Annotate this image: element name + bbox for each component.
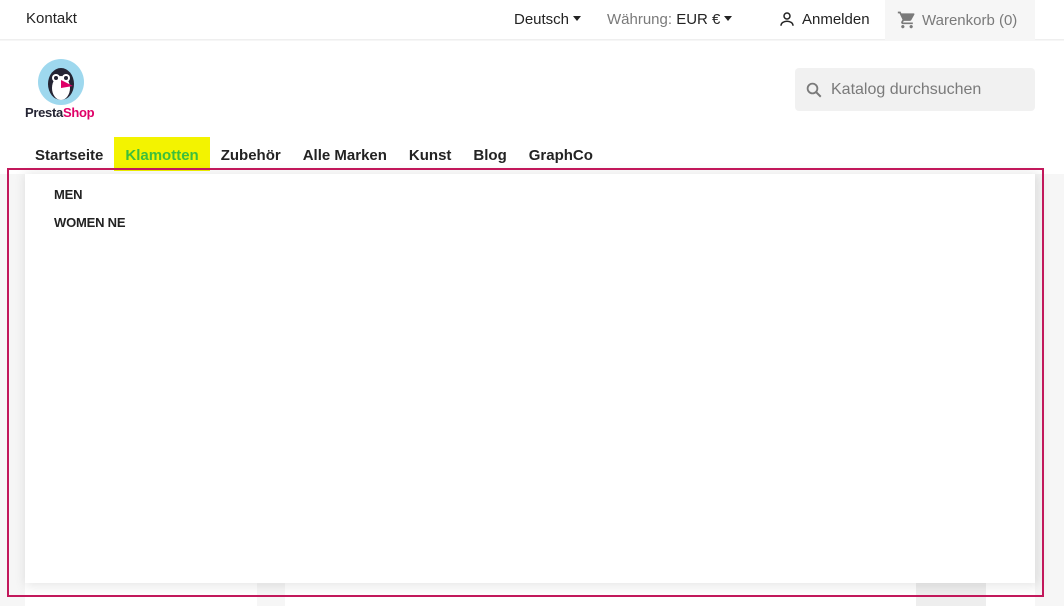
nav-item-klamotten-label: Klamotten — [125, 147, 199, 164]
nav-item-klamotten[interactable]: Klamotten — [114, 137, 210, 171]
language-label: Deutsch — [514, 11, 570, 28]
currency-label: Währung: — [607, 11, 673, 28]
user-icon — [780, 12, 794, 26]
main-nav: Startseite Klamotten Zubehör Alle Marken… — [24, 137, 604, 171]
signin-link[interactable]: Anmelden — [778, 10, 870, 28]
shopping-cart-icon — [897, 11, 915, 29]
nav-item-alle-marken[interactable]: Alle Marken — [292, 137, 398, 171]
background-panel — [25, 583, 257, 606]
nav-item-zubehoer[interactable]: Zubehör — [210, 137, 292, 171]
prestashop-logo[interactable]: PrestaShop — [25, 58, 101, 122]
cart-label: Warenkorb (0) — [922, 11, 1018, 29]
submenu-item-women[interactable]: WOMEN NE — [54, 215, 126, 230]
nav-item-graphco[interactable]: GraphCo — [518, 137, 604, 171]
search-input[interactable] — [831, 80, 1021, 99]
chevron-down-icon — [573, 15, 582, 21]
language-selector[interactable]: Deutsch — [514, 11, 582, 28]
nav-item-blog[interactable]: Blog — [462, 137, 517, 171]
submenu-item-men[interactable]: MEN — [54, 187, 82, 202]
site-header: PrestaShop Startseite Klamotten Zubehör … — [0, 41, 1064, 174]
top-bar: Kontakt Deutsch Währung: EUR € Anmelden … — [0, 0, 1064, 40]
currency-value: EUR € — [676, 11, 721, 28]
logo-wordmark-presta: Presta — [25, 105, 63, 120]
contact-link[interactable]: Kontakt — [26, 10, 77, 27]
product-thumbnail — [916, 583, 986, 606]
puffin-logo-icon — [38, 59, 84, 105]
logo-wordmark-shop: Shop — [62, 105, 95, 120]
logo-wordmark: PrestaShop — [25, 105, 95, 120]
currency-selector[interactable]: Währung: EUR € — [607, 11, 733, 28]
signin-label: Anmelden — [802, 10, 870, 28]
submenu-dropdown: MEN WOMEN NE — [25, 174, 1035, 583]
search-icon[interactable] — [805, 81, 823, 99]
cart-button[interactable]: Warenkorb (0) — [885, 0, 1035, 40]
chevron-down-icon — [724, 15, 733, 21]
nav-item-startseite[interactable]: Startseite — [24, 137, 114, 171]
search-box — [795, 68, 1035, 111]
nav-item-kunst[interactable]: Kunst — [398, 137, 463, 171]
